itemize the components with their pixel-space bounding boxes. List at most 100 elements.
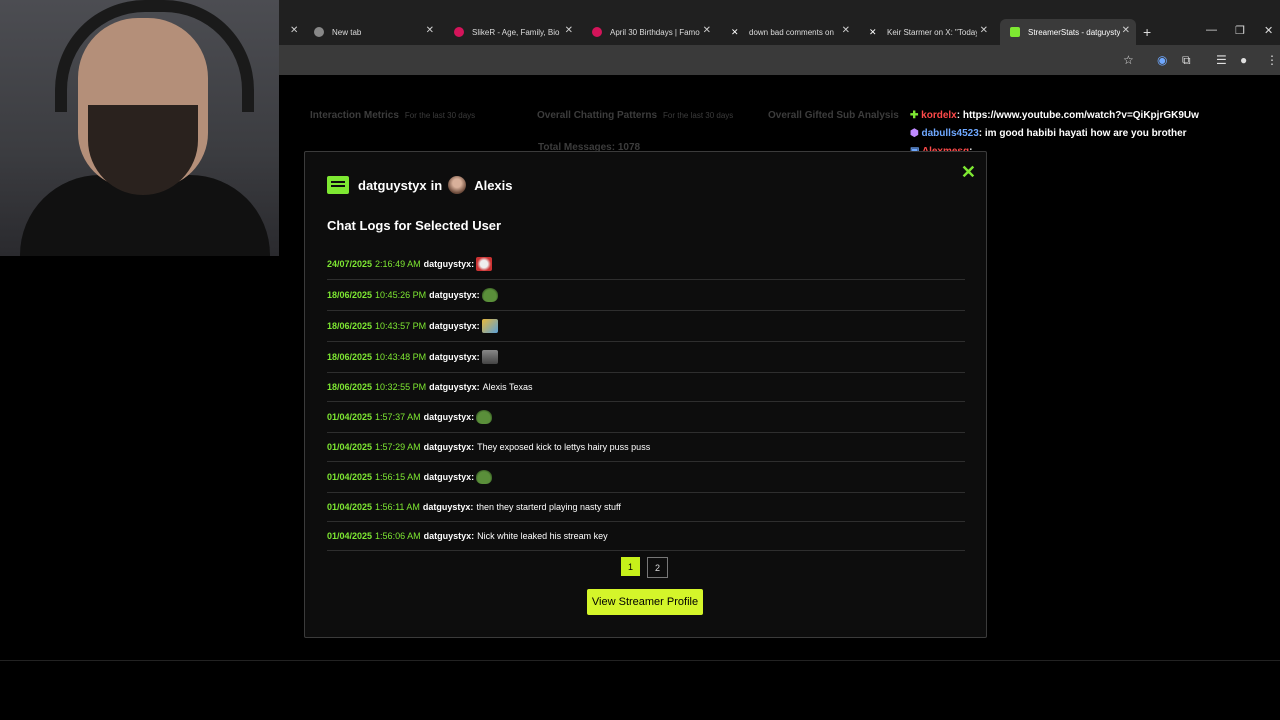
log-user: datguystyx: (429, 321, 480, 331)
log-date: 24/07/2025 (327, 259, 373, 269)
tab-x-starmer[interactable]: ✕ Keir Starmer on X: "Today ✕ (869, 19, 994, 45)
log-user: datguystyx: (423, 442, 475, 452)
log-time: 10:45:26 PM (375, 290, 427, 300)
tab-slike[interactable]: SlikeR - Age, Family, Bio | ✕ (454, 19, 579, 45)
log-time: 1:56:15 AM (375, 472, 421, 482)
log-date: 01/04/2025 (327, 531, 373, 541)
view-streamer-profile-button[interactable]: View Streamer Profile (587, 589, 703, 615)
extensions-icon[interactable]: ⧉ (1182, 53, 1191, 68)
modal-subtitle: Chat Logs for Selected User (327, 218, 502, 233)
minimize-icon[interactable]: — (1206, 24, 1217, 36)
tab-close-icon[interactable]: ✕ (980, 25, 988, 36)
emote-icon (481, 319, 498, 333)
emote-icon (476, 470, 493, 484)
bg-interaction-metrics: Interaction Metrics For the last 30 days (310, 110, 475, 121)
chat-icon (327, 176, 349, 194)
window-close-icon[interactable]: ✕ (1264, 24, 1273, 37)
log-user: datguystyx: (429, 290, 480, 300)
log-time: 2:16:49 AM (375, 259, 421, 269)
stats-favicon-icon (1010, 27, 1020, 37)
bg-chatting-patterns: Overall Chatting Patterns For the last 30… (537, 110, 733, 121)
bg-panel-title: Overall Gifted Sub Analysis (768, 110, 899, 121)
emote-icon (476, 257, 493, 271)
pagination: 12 (621, 557, 675, 578)
log-date: 18/06/2025 (327, 352, 373, 362)
close-icon[interactable]: ✕ (961, 162, 976, 183)
tab-title: April 30 Birthdays | Famo (610, 27, 700, 37)
tab-close-icon[interactable]: ✕ (1122, 25, 1130, 36)
chat-log-row: 01/04/2025 1:56:06 AM datguystyx: Nick whit… (327, 522, 965, 551)
bg-panel-title: Overall Chatting Patterns (537, 110, 658, 121)
chat-overlay-line: ✚ kordelx: https://www.youtube.com/watch… (910, 110, 1199, 121)
log-message: Alexis Texas (482, 382, 533, 392)
log-message: then they starterd playing nasty stuff (476, 502, 621, 512)
tab-title: New tab (332, 27, 362, 37)
log-date: 18/06/2025 (327, 382, 373, 392)
chat-logs-modal: datguystyx in Alexis ✕ Chat Logs for Sel… (304, 151, 987, 638)
modal-streamer: Alexis (474, 177, 513, 193)
log-date: 01/04/2025 (327, 472, 373, 482)
webcam-feed (0, 0, 279, 256)
tab-close-icon[interactable]: ✕ (565, 25, 573, 36)
log-date: 18/06/2025 (327, 290, 373, 300)
audio-icon[interactable]: ◉ (1157, 53, 1167, 67)
log-user: datguystyx: (422, 502, 474, 512)
headphones-icon (55, 0, 254, 112)
page-button[interactable]: 2 (647, 557, 668, 578)
chat-log-row: 18/06/2025 10:43:57 PM datguystyx: (327, 311, 965, 342)
tab-birthdays[interactable]: April 30 Birthdays | Famo ✕ (592, 19, 717, 45)
tab-x-comments[interactable]: ✕ down bad comments on ✕ (731, 19, 856, 45)
log-message: Nick white leaked his stream key (477, 531, 608, 541)
tab-close-icon[interactable]: ✕ (290, 25, 298, 36)
log-date: 01/04/2025 (327, 412, 373, 422)
emote-icon (481, 350, 498, 364)
emote-icon (481, 288, 498, 302)
bookmark-star-icon[interactable]: ☆ (1123, 53, 1134, 67)
chat-log-row: 01/04/2025 1:56:11 AM datguystyx: then they… (327, 493, 965, 522)
restore-icon[interactable]: ❐ (1235, 24, 1245, 37)
log-user: datguystyx: (429, 382, 480, 392)
new-tab-button[interactable]: + (1143, 24, 1151, 40)
emote-icon (476, 410, 493, 424)
page-button[interactable]: 1 (621, 557, 640, 576)
log-message: They exposed kick to lettys hairy puss p… (477, 442, 651, 452)
chat-user: dabulls4523 (921, 128, 979, 139)
log-time: 10:32:55 PM (375, 382, 427, 392)
chat-user: kordelx (921, 110, 957, 121)
chat-log-row: 01/04/2025 1:57:29 AM datguystyx: They expo… (327, 433, 965, 462)
log-user: datguystyx: (429, 352, 480, 362)
bg-panel-sub: For the last 30 days (404, 111, 476, 120)
tab-title: StreamerStats - datguysty (1028, 27, 1120, 37)
chat-log-row: 01/04/2025 1:57:37 AM datguystyx: (327, 402, 965, 433)
tab-favicon-icon (314, 27, 324, 37)
modal-header: datguystyx in Alexis (327, 176, 513, 194)
chat-log-row: 01/04/2025 1:56:15 AM datguystyx: (327, 462, 965, 493)
reading-list-icon[interactable]: ☰ (1216, 53, 1227, 67)
log-date: 18/06/2025 (327, 321, 373, 331)
chat-overlay-line: ⬢ dabulls4523: im good habibi hayati how… (910, 128, 1187, 139)
menu-kebab-icon[interactable]: ⋮ (1266, 53, 1278, 67)
tab-close-icon[interactable]: ✕ (703, 25, 711, 36)
log-date: 01/04/2025 (327, 442, 373, 452)
chat-text: : im good habibi hayati how are you brot… (978, 128, 1187, 139)
x-logo-icon: ✕ (731, 27, 739, 37)
tab-new-tab[interactable]: New tab ✕ (314, 19, 440, 45)
log-date: 01/04/2025 (327, 502, 373, 512)
chat-log-row: 24/07/2025 2:16:49 AM datguystyx: (327, 249, 965, 280)
log-user: datguystyx: (423, 412, 475, 422)
tab-streamerstats[interactable]: StreamerStats - datguysty ✕ (1000, 19, 1136, 45)
tab-close-icon[interactable]: ✕ (842, 25, 850, 36)
badge-icon: ⬢ (910, 128, 922, 139)
log-time: 10:43:48 PM (375, 352, 427, 362)
log-time: 1:56:11 AM (375, 502, 420, 512)
page-divider (0, 660, 1280, 661)
profile-icon[interactable]: ● (1240, 53, 1247, 67)
chat-log-list: 24/07/2025 2:16:49 AM datguystyx: 18/06/202… (327, 249, 965, 551)
log-time: 1:56:06 AM (375, 531, 421, 541)
modal-username: datguystyx (358, 177, 427, 193)
tab-title: Keir Starmer on X: "Today (887, 27, 977, 37)
tab-close-icon[interactable]: ✕ (426, 25, 434, 36)
tab-favicon-icon (592, 27, 602, 37)
bg-gifted-subs: Overall Gifted Sub Analysis (768, 110, 899, 121)
badge-icon: ✚ (910, 110, 922, 121)
